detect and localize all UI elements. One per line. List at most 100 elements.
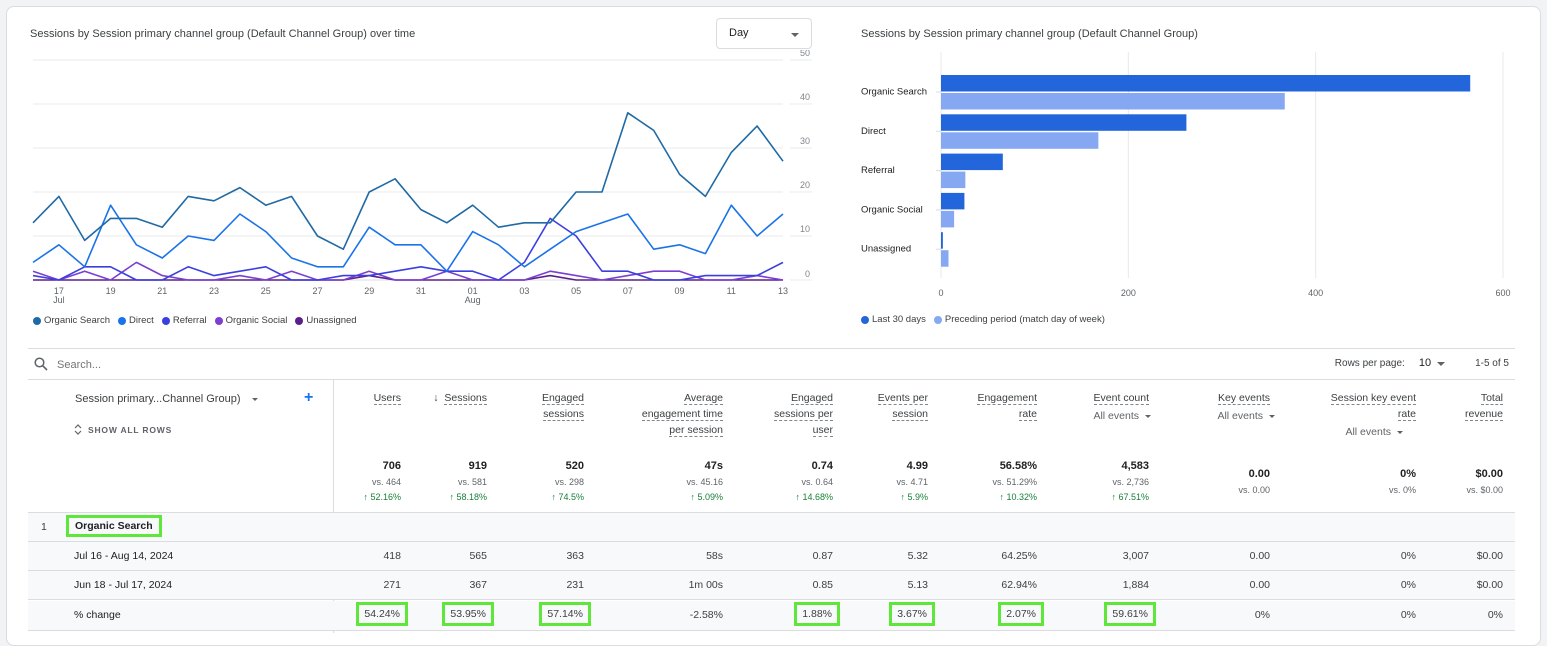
y-tick-label: 30: [800, 136, 810, 146]
dimension-selector[interactable]: Session primary...Channel Group): [75, 393, 259, 405]
legend-item[interactable]: Preceding period (match day of week): [933, 314, 1105, 325]
total-value: 4,583: [1121, 460, 1149, 472]
category-label: Direct: [861, 126, 886, 137]
column-header-label: rate: [1018, 408, 1037, 421]
column-header-label: user: [812, 424, 833, 437]
row-label: % change: [74, 609, 121, 621]
bar-direct-current[interactable]: [941, 114, 1187, 131]
column-total: 0.00 vs. 0.00: [1238, 466, 1270, 498]
bar-organic-search-current[interactable]: [941, 75, 1471, 92]
column-header-label: per session: [669, 424, 723, 437]
table-cell: 0.87: [812, 550, 833, 562]
column-header[interactable]: Total revenue: [1465, 390, 1503, 422]
x-tick-label: 27: [312, 286, 322, 296]
legend-label: Direct: [129, 315, 154, 326]
table-cell: 2.07%: [998, 602, 1044, 626]
table-search-input[interactable]: [57, 355, 457, 375]
bar-unassigned-current[interactable]: [941, 232, 943, 249]
column-header[interactable]: Key events All events: [1217, 390, 1275, 424]
legend-item[interactable]: Unassigned: [295, 315, 357, 326]
series-line-organic-search[interactable]: [32, 111, 784, 250]
total-value: 4.99: [906, 460, 928, 472]
chevron-down-icon[interactable]: [1437, 362, 1446, 366]
table-cell: 3.67%: [889, 602, 935, 626]
event-filter-select[interactable]: All events: [1093, 408, 1151, 424]
row-dimension-value: Organic Search: [66, 515, 162, 537]
table-row[interactable]: Jul 16 - Aug 14, 2024 418 565 363 58s 0.87 5.3…: [28, 542, 1515, 571]
total-value: $0.00: [1475, 468, 1503, 480]
series-line-direct[interactable]: [32, 204, 784, 272]
total-comparison: vs. 0.64: [801, 477, 833, 487]
column-header[interactable]: Events per session: [877, 390, 928, 422]
x-tick-label: 600: [1495, 288, 1510, 298]
sort-descending-icon[interactable]: ↓: [433, 392, 441, 404]
x-tick-label: 25: [261, 286, 271, 296]
x-tick-label: 13: [778, 286, 788, 296]
legend-item[interactable]: Organic Search: [33, 315, 110, 326]
event-filter-select[interactable]: All events: [1217, 408, 1275, 424]
column-header[interactable]: Average engagement time per session: [641, 390, 723, 438]
legend-dot-icon: [214, 316, 223, 325]
granularity-select[interactable]: Day: [716, 18, 812, 49]
column-header-label: Average: [684, 392, 723, 405]
event-filter-label: All events: [1093, 410, 1139, 422]
legend-item[interactable]: Last 30 days: [861, 314, 926, 325]
column-header[interactable]: Engagement rate: [977, 390, 1037, 422]
table-cell: 231: [566, 579, 584, 591]
bar-organic-social-previous[interactable]: [941, 210, 955, 228]
total-comparison: vs. 51.29%: [992, 477, 1037, 487]
legend-label: Preceding period (match day of week): [944, 314, 1105, 325]
legend-item[interactable]: Organic Social: [214, 315, 288, 326]
bar-referral-previous[interactable]: [941, 171, 966, 189]
total-change: ↑ 67.51%: [1111, 492, 1149, 502]
line-chart-title: Sessions by Session primary channel grou…: [30, 28, 416, 40]
column-header-label: revenue: [1465, 408, 1503, 421]
table-cell: 271: [383, 579, 401, 591]
table-cell: 64.25%: [1001, 550, 1037, 562]
y-tick-label: 10: [800, 224, 810, 234]
column-header[interactable]: ↓ Sessions: [433, 390, 487, 406]
column-header-label: Events per: [877, 392, 928, 405]
chevron-down-icon: [1145, 414, 1151, 418]
legend-item[interactable]: Referral: [161, 315, 207, 326]
legend-label: Organic Social: [225, 315, 288, 326]
x-tick-label: 400: [1308, 288, 1323, 298]
add-dimension-button[interactable]: +: [304, 389, 313, 407]
legend-item[interactable]: Direct: [118, 315, 154, 326]
total-value: 520: [565, 460, 584, 472]
show-all-rows-button[interactable]: SHOW ALL ROWS: [74, 424, 172, 435]
column-header-label: Session key event: [1330, 392, 1416, 405]
bar-referral-current[interactable]: [941, 153, 1003, 171]
event-filter-select[interactable]: All events: [1345, 424, 1403, 440]
table-row[interactable]: Jun 18 - Jul 17, 2024 271 367 231 1m 00s 0.85…: [28, 571, 1515, 600]
x-tick-label: 29: [364, 286, 374, 296]
table-group-row[interactable]: 1 Organic Search: [28, 513, 1515, 542]
column-header-label: rate: [1397, 408, 1416, 421]
x-tick-label: 09: [675, 286, 685, 296]
rows-per-page-select[interactable]: 10: [1419, 357, 1431, 369]
series-line-organic-social[interactable]: [32, 261, 784, 281]
column-header-label: Key events: [1218, 392, 1270, 405]
bar-organic-social-current[interactable]: [941, 192, 965, 210]
column-header[interactable]: Users: [373, 390, 401, 406]
x-tick-sublabel: Jul: [53, 295, 65, 305]
chevron-down-icon: [1397, 430, 1403, 434]
column-header[interactable]: Engaged sessions: [541, 390, 584, 422]
column-header[interactable]: Event count All events: [1093, 390, 1151, 424]
total-comparison: vs. 0.00: [1238, 485, 1270, 495]
table-row[interactable]: % change 54.24% 53.95% 57.14% -2.58% 1.88% 3.6…: [28, 601, 1515, 631]
column-total: 520 vs. 298 ↑ 74.5%: [551, 458, 584, 504]
line-chart-legend: Organic Search Direct Referral Organic Soci…: [33, 315, 357, 326]
legend-dot-icon: [295, 316, 304, 325]
bar-chart-legend: Last 30 days Preceding period (match day …: [861, 314, 1105, 325]
column-header[interactable]: Session key event rate All events: [1330, 390, 1416, 440]
x-tick-label: 07: [623, 286, 633, 296]
total-value: 0%: [1400, 468, 1416, 480]
table-cell: 54.24%: [356, 602, 408, 626]
x-tick-label: 200: [1121, 288, 1136, 298]
bar-organic-search-previous[interactable]: [941, 93, 1285, 110]
column-header[interactable]: Engaged sessions per user: [774, 390, 833, 438]
bar-direct-previous[interactable]: [941, 132, 1099, 149]
table-cell: 0.00: [1249, 579, 1270, 591]
bar-unassigned-previous[interactable]: [941, 250, 949, 267]
